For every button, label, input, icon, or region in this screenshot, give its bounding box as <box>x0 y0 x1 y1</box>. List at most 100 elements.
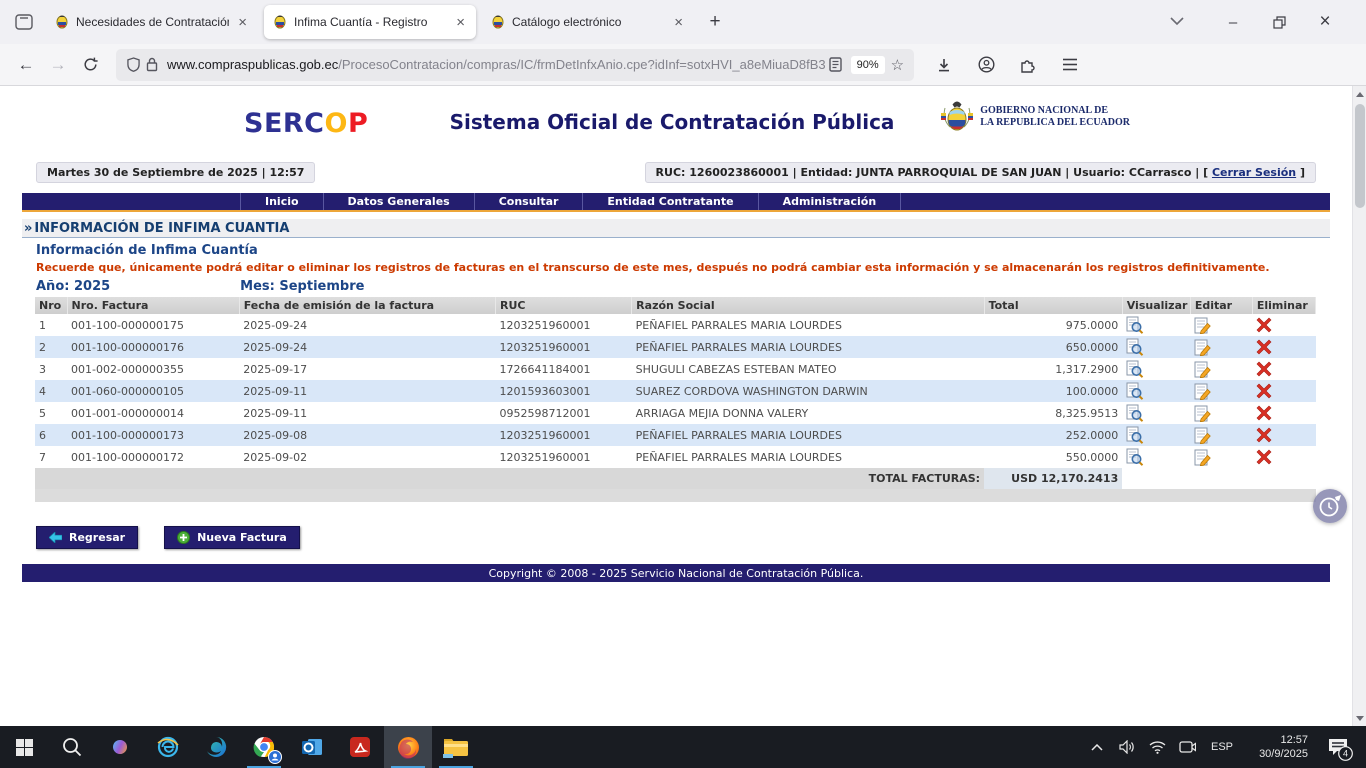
language-indicator[interactable]: ESP <box>1204 741 1240 753</box>
taskbar-search-button[interactable] <box>48 726 96 768</box>
reader-mode-icon[interactable] <box>829 57 842 72</box>
menu-item-consultar[interactable]: Consultar <box>475 193 584 210</box>
cell-razon-social: PEÑAFIEL PARRALES MARIA LOURDES <box>632 336 984 358</box>
header-visualizar: Visualizar <box>1122 297 1190 314</box>
menu-hamburger-icon[interactable] <box>1054 49 1086 81</box>
breadcrumb: » INFORMACIÓN DE INFIMA CUANTIA <box>22 219 1330 238</box>
file-explorer-icon <box>443 736 469 758</box>
window-minimize-button[interactable]: – <box>1210 3 1256 41</box>
menu-item-administracion[interactable]: Administración <box>759 193 902 210</box>
menu-item-datos-generales[interactable]: Datos Generales <box>324 193 475 210</box>
datetime-bar: Martes 30 de Septiembre de 2025 | 12:57 <box>36 162 315 183</box>
table-row: 7001-100-0000001722025-09-02120325196000… <box>35 446 1316 468</box>
eliminar-icon[interactable] <box>1252 336 1315 358</box>
forward-button[interactable]: → <box>42 49 74 81</box>
browser-tab[interactable]: Catálogo electrónico × <box>482 5 694 39</box>
taskbar-firefox-button[interactable] <box>384 726 432 768</box>
eliminar-icon[interactable] <box>1252 402 1315 424</box>
new-invoice-button[interactable]: Nueva Factura <box>164 526 300 549</box>
window-restore-button[interactable] <box>1256 3 1302 41</box>
browser-tab-bar: Necesidades de Contratación y × Infima C… <box>0 0 1366 44</box>
tab-close-icon[interactable]: × <box>453 14 468 31</box>
eliminar-icon[interactable] <box>1252 314 1315 336</box>
tab-title: Catálogo electrónico <box>512 15 665 29</box>
browser-tab[interactable]: Necesidades de Contratación y × <box>46 5 258 39</box>
firefox-view-icon[interactable] <box>8 6 40 38</box>
extensions-icon[interactable] <box>1012 49 1044 81</box>
notification-center-button[interactable]: 4 <box>1318 726 1358 768</box>
taskbar-time: 12:57 <box>1244 733 1308 747</box>
browser-tab-active[interactable]: Infima Cuantía - Registro × <box>264 5 476 39</box>
visualizar-icon[interactable] <box>1122 424 1190 446</box>
main-menu: Inicio Datos Generales Consultar Entidad… <box>22 193 1330 212</box>
eliminar-icon[interactable] <box>1252 358 1315 380</box>
back-button[interactable]: ← <box>10 49 42 81</box>
start-button[interactable] <box>0 726 48 768</box>
invoice-table: Nro Nro. Factura Fecha de emisión de la … <box>35 297 1316 502</box>
list-all-tabs-icon[interactable] <box>1170 13 1184 31</box>
cell-nro: 3 <box>35 358 67 380</box>
screen-time-widget[interactable] <box>1313 489 1347 523</box>
firefox-icon <box>396 735 421 760</box>
visualizar-icon[interactable] <box>1122 402 1190 424</box>
tray-chevron-up-icon[interactable] <box>1084 726 1110 768</box>
page-scrollbar[interactable] <box>1352 86 1366 726</box>
taskbar-edge-button[interactable] <box>192 726 240 768</box>
cell-razon-social: ARRIAGA MEJIA DONNA VALERY <box>632 402 984 424</box>
wifi-icon[interactable] <box>1144 726 1170 768</box>
editar-icon[interactable] <box>1190 380 1252 402</box>
total-value: USD 12,170.2413 <box>984 468 1122 489</box>
editar-icon[interactable] <box>1190 336 1252 358</box>
taskbar-chrome-button[interactable] <box>240 726 288 768</box>
url-bar[interactable]: www.compraspublicas.gob.ec/ProcesoContra… <box>116 49 914 81</box>
taskbar-ie-button[interactable] <box>144 726 192 768</box>
table-row: 3001-002-0000003552025-09-17172664118400… <box>35 358 1316 380</box>
taskbar-clock[interactable]: 12:57 30/9/2025 <box>1244 733 1308 761</box>
taskbar-outlook-button[interactable] <box>288 726 336 768</box>
meet-now-icon[interactable] <box>1174 726 1200 768</box>
bookmark-star-icon[interactable]: ☆ <box>891 56 904 74</box>
eliminar-icon[interactable] <box>1252 380 1315 402</box>
eliminar-icon[interactable] <box>1252 446 1315 468</box>
eliminar-icon[interactable] <box>1252 424 1315 446</box>
cell-fecha: 2025-09-24 <box>239 336 495 358</box>
internet-explorer-icon <box>156 735 180 759</box>
zoom-level-badge[interactable]: 90% <box>851 56 885 74</box>
reload-button[interactable] <box>74 49 106 81</box>
taskbar-acrobat-button[interactable] <box>336 726 384 768</box>
taskbar-copilot-button[interactable] <box>96 726 144 768</box>
account-icon[interactable] <box>970 49 1002 81</box>
editar-icon[interactable] <box>1190 424 1252 446</box>
scroll-up-icon[interactable] <box>1353 86 1366 102</box>
editar-icon[interactable] <box>1190 446 1252 468</box>
visualizar-icon[interactable] <box>1122 314 1190 336</box>
visualizar-icon[interactable] <box>1122 446 1190 468</box>
user-label: Usuario: <box>1073 166 1125 179</box>
back-page-button[interactable]: Regresar <box>36 526 138 549</box>
shield-icon[interactable] <box>127 57 140 72</box>
cell-nro: 1 <box>35 314 67 336</box>
scrollbar-thumb[interactable] <box>1355 104 1365 208</box>
editar-icon[interactable] <box>1190 314 1252 336</box>
visualizar-icon[interactable] <box>1122 380 1190 402</box>
visualizar-icon[interactable] <box>1122 336 1190 358</box>
downloads-icon[interactable] <box>928 49 960 81</box>
scroll-down-icon[interactable] <box>1353 710 1366 726</box>
window-close-button[interactable]: × <box>1302 3 1348 41</box>
tab-close-icon[interactable]: × <box>671 14 686 31</box>
visualizar-icon[interactable] <box>1122 358 1190 380</box>
editar-icon[interactable] <box>1190 358 1252 380</box>
new-tab-button[interactable]: + <box>700 7 730 37</box>
system-tray: ESP 12:57 30/9/2025 4 <box>1084 726 1366 768</box>
taskbar-explorer-button[interactable] <box>432 726 480 768</box>
cell-ruc: 0952598712001 <box>496 402 632 424</box>
logout-link[interactable]: Cerrar Sesión <box>1212 166 1296 179</box>
tab-close-icon[interactable]: × <box>235 14 250 31</box>
menu-item-inicio[interactable]: Inicio <box>240 193 324 210</box>
cell-nro: 6 <box>35 424 67 446</box>
volume-icon[interactable] <box>1114 726 1140 768</box>
lock-icon[interactable] <box>146 57 158 72</box>
session-bar: RUC: 1260023860001 | Entidad: JUNTA PARR… <box>645 162 1316 183</box>
menu-item-entidad-contratante[interactable]: Entidad Contratante <box>583 193 758 210</box>
editar-icon[interactable] <box>1190 402 1252 424</box>
